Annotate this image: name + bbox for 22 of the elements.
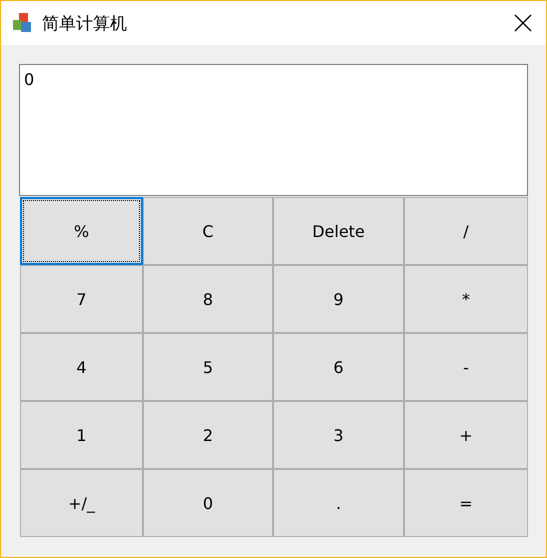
calculator-key[interactable]: . [273, 469, 404, 537]
calculator-key[interactable]: 0 [143, 469, 273, 537]
calculator-key[interactable]: 5 [143, 333, 273, 401]
display-field[interactable]: 0 [19, 64, 528, 196]
calculator-key[interactable]: + [404, 401, 528, 469]
calculator-key[interactable]: Delete [273, 197, 404, 265]
calculator-key[interactable]: 7 [20, 265, 143, 333]
calculator-key[interactable]: * [404, 265, 528, 333]
calculator-key[interactable]: - [404, 333, 528, 401]
calculator-key[interactable]: 8 [143, 265, 273, 333]
calculator-key[interactable]: 1 [20, 401, 143, 469]
calculator-key[interactable]: 9 [273, 265, 404, 333]
calculator-key[interactable]: 4 [20, 333, 143, 401]
calculator-key[interactable]: = [404, 469, 528, 537]
calculator-key[interactable]: C [143, 197, 273, 265]
calculator-key[interactable]: 3 [273, 401, 404, 469]
window-title: 简单计算机 [42, 12, 128, 34]
calculator-key[interactable]: +/_ [20, 469, 143, 537]
calculator-key[interactable]: % [20, 197, 143, 265]
calculator-key[interactable]: / [404, 197, 528, 265]
calculator-key[interactable]: 6 [273, 333, 404, 401]
calculator-key[interactable]: 2 [143, 401, 273, 469]
